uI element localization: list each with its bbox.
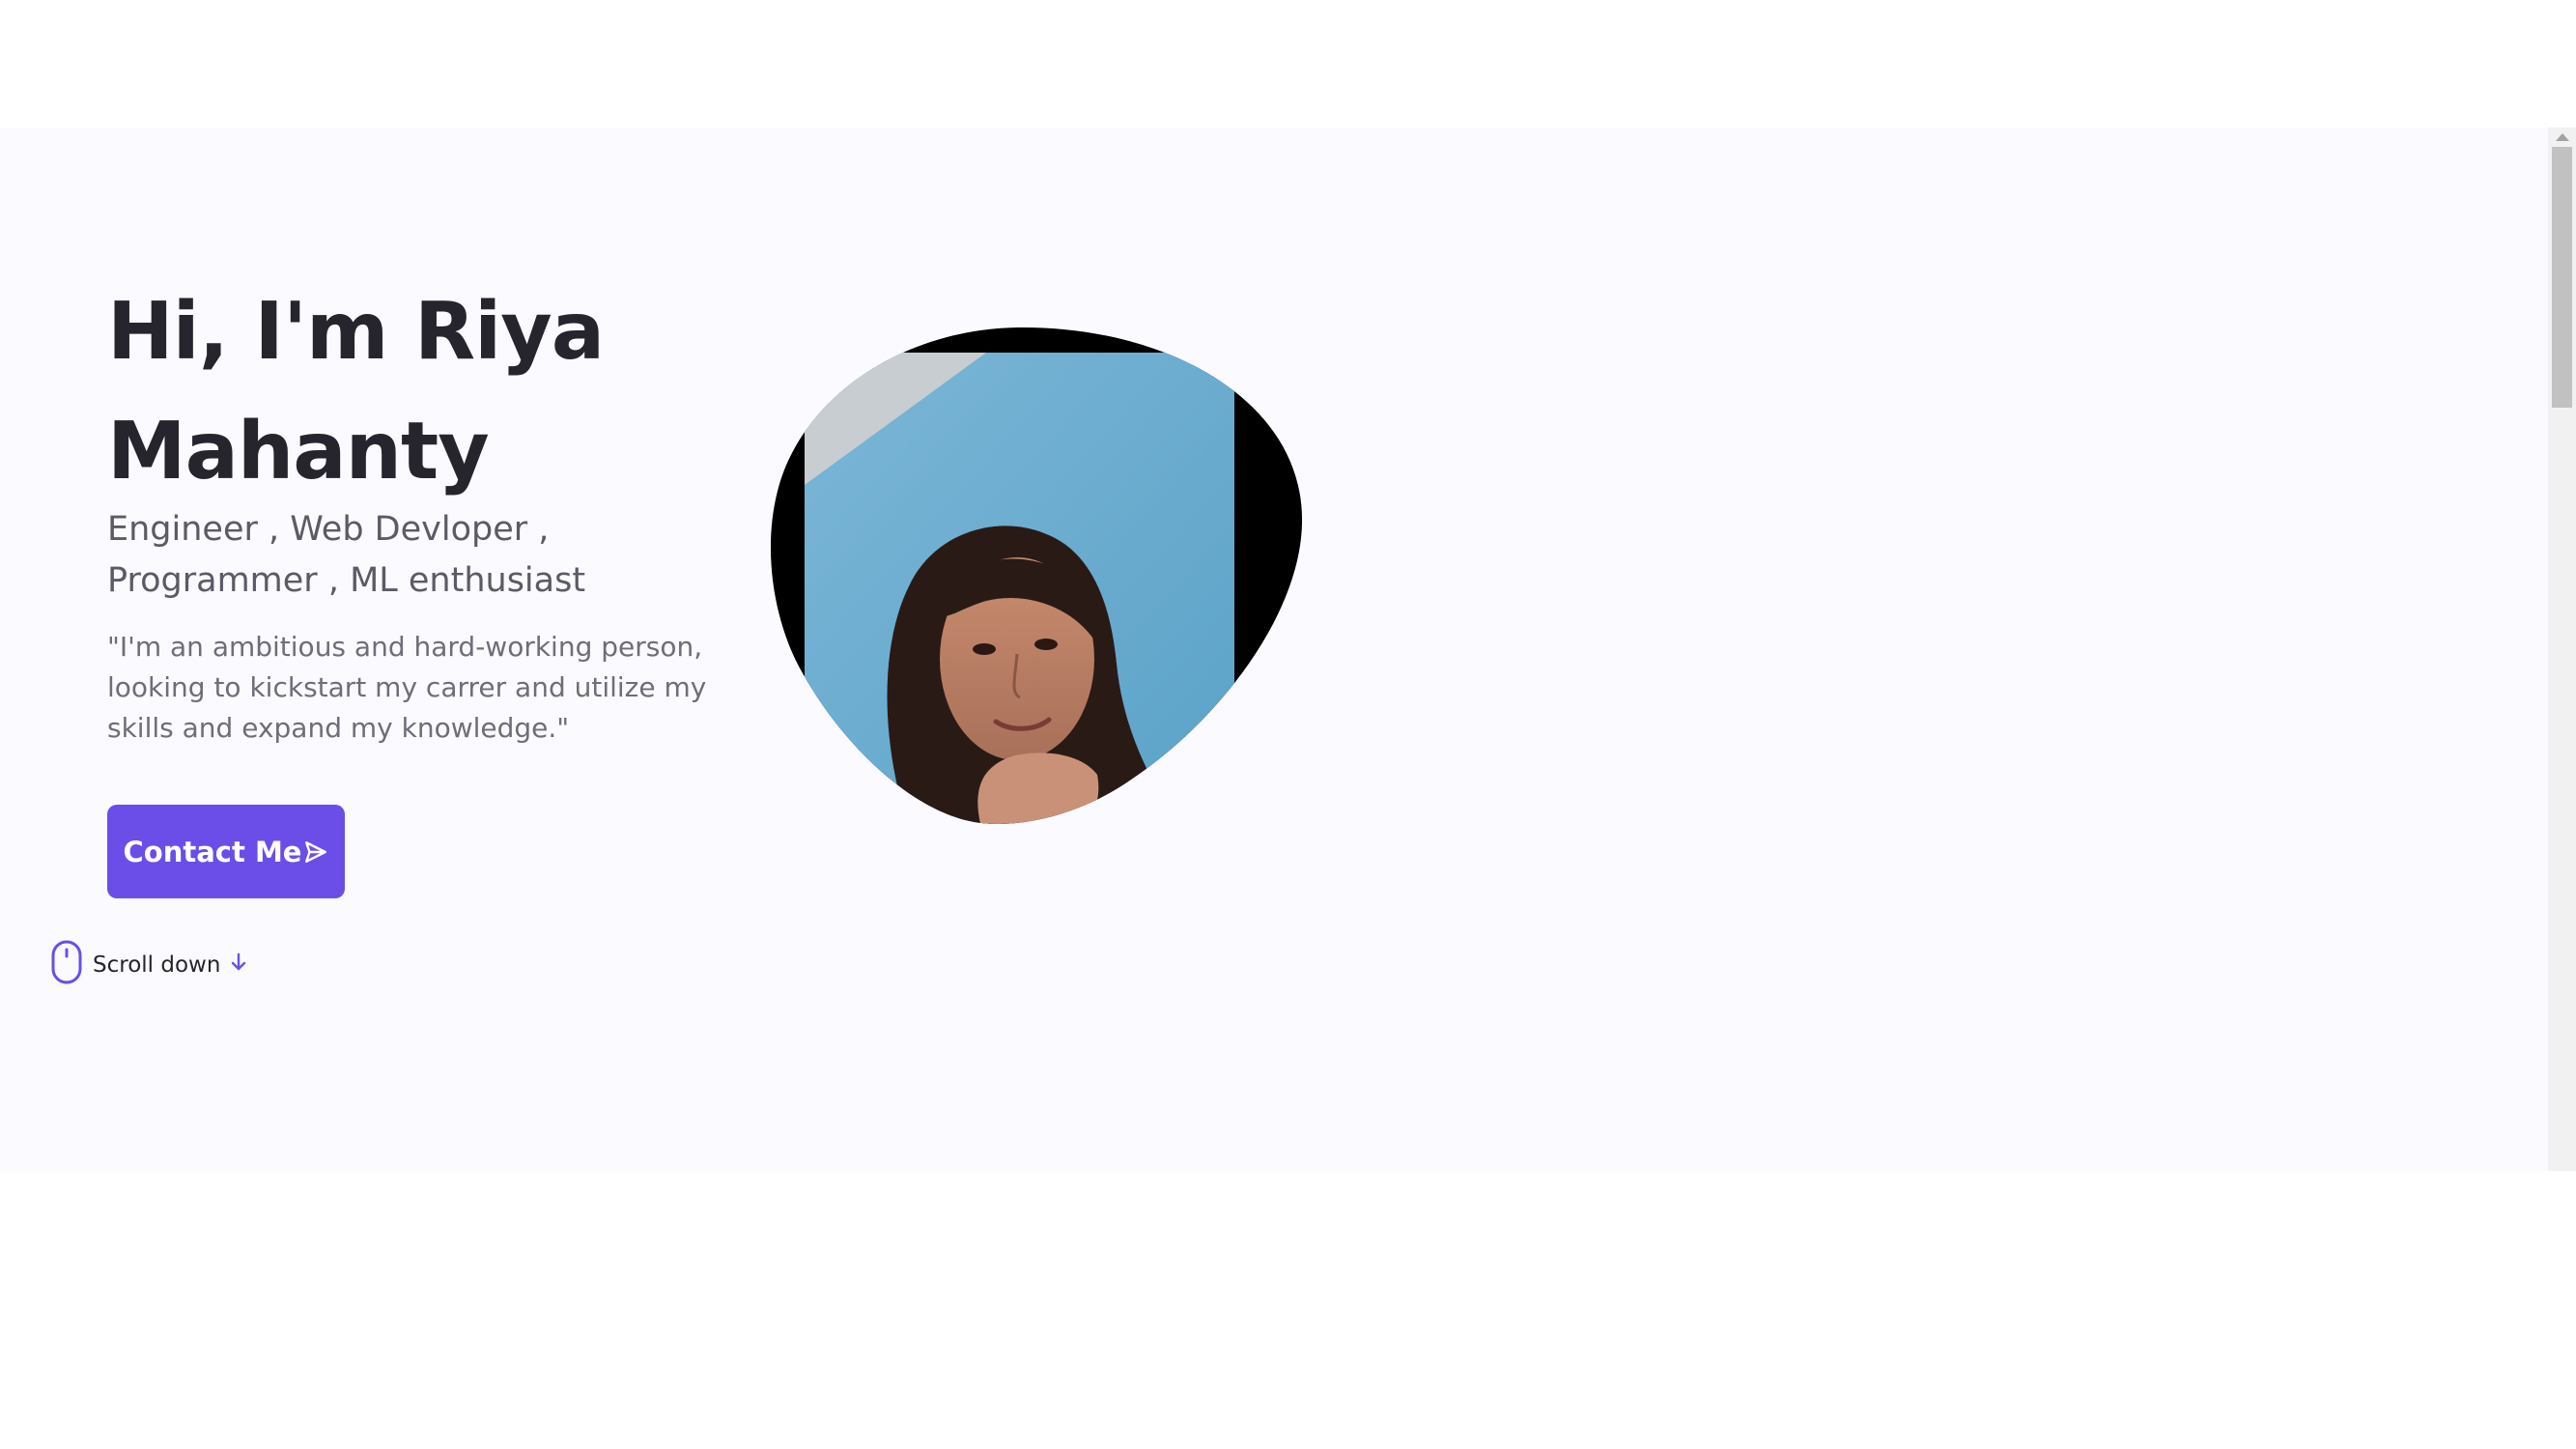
scroll-down-label: Scroll down (93, 952, 221, 978)
scroll-up-arrow-icon[interactable] (2548, 129, 2576, 145)
hero-title: Hi, I'm Riya Mahanty (107, 286, 605, 497)
hero-description: "I'm an ambitious and hard-working perso… (107, 631, 707, 744)
hero-subtitle: Engineer , Web Devloper , Programmer , M… (107, 510, 586, 600)
scroll-down-link[interactable]: Scroll down (50, 939, 247, 991)
profile-image (764, 326, 1303, 828)
contact-me-label: Contact Me (123, 835, 302, 868)
mouse-icon (50, 939, 83, 991)
home-section: Hi, I'm Riya Mahanty Engineer , Web Devl… (0, 128, 2548, 1171)
send-icon (303, 839, 328, 865)
profile-blob (770, 327, 1303, 824)
arrow-down-icon (230, 952, 247, 978)
scrollbar-thumb[interactable] (2552, 147, 2572, 408)
vertical-scrollbar[interactable] (2548, 128, 2576, 1171)
contact-me-button[interactable]: Contact Me (107, 805, 345, 898)
